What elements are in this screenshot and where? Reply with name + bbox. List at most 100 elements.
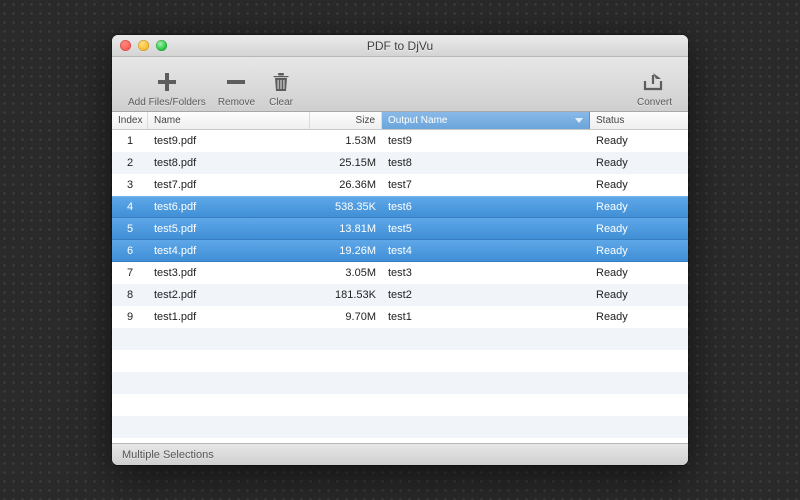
table-row[interactable]: 9test1.pdf9.70Mtest1Ready	[112, 306, 688, 328]
add-files-label: Add Files/Folders	[128, 97, 206, 108]
cell-status	[590, 416, 688, 438]
cell-output: test3	[382, 262, 590, 284]
cell-name: test9.pdf	[148, 130, 310, 152]
table-row[interactable]: 4test6.pdf538.35Ktest6Ready	[112, 196, 688, 218]
cell-status: Ready	[590, 197, 688, 217]
cell-output: test8	[382, 152, 590, 174]
cell-size	[310, 372, 382, 394]
cell-name: test2.pdf	[148, 284, 310, 306]
cell-status	[590, 350, 688, 372]
close-window-button[interactable]	[120, 40, 131, 51]
table-row	[112, 394, 688, 416]
clear-label: Clear	[269, 97, 293, 108]
table-row[interactable]: 7test3.pdf3.05Mtest3Ready	[112, 262, 688, 284]
cell-name: test1.pdf	[148, 306, 310, 328]
cell-size: 3.05M	[310, 262, 382, 284]
cell-output	[382, 394, 590, 416]
cell-size: 1.53M	[310, 130, 382, 152]
cell-status: Ready	[590, 152, 688, 174]
cell-output	[382, 350, 590, 372]
cell-size: 538.35K	[310, 197, 382, 217]
cell-size: 181.53K	[310, 284, 382, 306]
convert-label: Convert	[637, 97, 672, 108]
zoom-window-button[interactable]	[156, 40, 167, 51]
cell-index: 2	[112, 152, 148, 174]
cell-size	[310, 394, 382, 416]
column-header-name[interactable]: Name	[148, 112, 310, 129]
table-row	[112, 350, 688, 372]
cell-index: 7	[112, 262, 148, 284]
traffic-lights	[112, 40, 167, 51]
column-header-size[interactable]: Size	[310, 112, 382, 129]
cell-name	[148, 394, 310, 416]
cell-output: test5	[382, 218, 590, 239]
cell-index: 4	[112, 197, 148, 217]
cell-size: 9.70M	[310, 306, 382, 328]
cell-index	[112, 394, 148, 416]
convert-button[interactable]: Convert	[631, 57, 678, 111]
app-window: PDF to DjVu Add Files/Folders Remove	[112, 35, 688, 465]
cell-status: Ready	[590, 130, 688, 152]
cell-size: 26.36M	[310, 174, 382, 196]
cell-size	[310, 328, 382, 350]
table-row[interactable]: 5test5.pdf13.81Mtest5Ready	[112, 218, 688, 240]
minus-icon	[222, 68, 250, 96]
cell-output	[382, 372, 590, 394]
cell-name: test5.pdf	[148, 218, 310, 239]
window-title: PDF to DjVu	[112, 39, 688, 53]
cell-name: test8.pdf	[148, 152, 310, 174]
remove-button[interactable]: Remove	[212, 57, 261, 111]
toolbar: Add Files/Folders Remove Clear	[112, 57, 688, 112]
cell-status: Ready	[590, 284, 688, 306]
cell-name: test3.pdf	[148, 262, 310, 284]
titlebar: PDF to DjVu	[112, 35, 688, 57]
trash-icon	[267, 68, 295, 96]
table-row	[112, 416, 688, 438]
column-header-output[interactable]: Output Name	[382, 112, 590, 129]
cell-output	[382, 328, 590, 350]
cell-output: test6	[382, 197, 590, 217]
cell-status: Ready	[590, 262, 688, 284]
cell-index: 1	[112, 130, 148, 152]
cell-size	[310, 416, 382, 438]
cell-index	[112, 416, 148, 438]
cell-status: Ready	[590, 174, 688, 196]
statusbar-text: Multiple Selections	[122, 449, 214, 461]
export-icon	[640, 68, 668, 96]
cell-output: test4	[382, 240, 590, 261]
cell-name: test6.pdf	[148, 197, 310, 217]
cell-name: test4.pdf	[148, 240, 310, 261]
cell-index	[112, 350, 148, 372]
cell-name	[148, 372, 310, 394]
add-files-button[interactable]: Add Files/Folders	[122, 57, 212, 111]
clear-button[interactable]: Clear	[261, 57, 301, 111]
plus-icon	[153, 68, 181, 96]
table-header: Index Name Size Output Name Status	[112, 112, 688, 130]
cell-index: 3	[112, 174, 148, 196]
column-header-index[interactable]: Index	[112, 112, 148, 129]
cell-status: Ready	[590, 240, 688, 261]
table-row[interactable]: 1test9.pdf1.53Mtest9Ready	[112, 130, 688, 152]
cell-status	[590, 394, 688, 416]
cell-output: test2	[382, 284, 590, 306]
cell-output: test1	[382, 306, 590, 328]
cell-index	[112, 328, 148, 350]
cell-index: 6	[112, 240, 148, 261]
cell-status: Ready	[590, 218, 688, 239]
cell-size: 13.81M	[310, 218, 382, 239]
table-row	[112, 328, 688, 350]
table-body: 1test9.pdf1.53Mtest9Ready2test8.pdf25.15…	[112, 130, 688, 443]
cell-name	[148, 416, 310, 438]
table-row[interactable]: 6test4.pdf19.26Mtest4Ready	[112, 240, 688, 262]
table-row[interactable]: 3test7.pdf26.36Mtest7Ready	[112, 174, 688, 196]
cell-status	[590, 372, 688, 394]
cell-index: 5	[112, 218, 148, 239]
column-header-status[interactable]: Status	[590, 112, 688, 129]
remove-label: Remove	[218, 97, 255, 108]
cell-output	[382, 416, 590, 438]
cell-status: Ready	[590, 306, 688, 328]
cell-name	[148, 328, 310, 350]
table-row[interactable]: 2test8.pdf25.15Mtest8Ready	[112, 152, 688, 174]
minimize-window-button[interactable]	[138, 40, 149, 51]
table-row[interactable]: 8test2.pdf181.53Ktest2Ready	[112, 284, 688, 306]
